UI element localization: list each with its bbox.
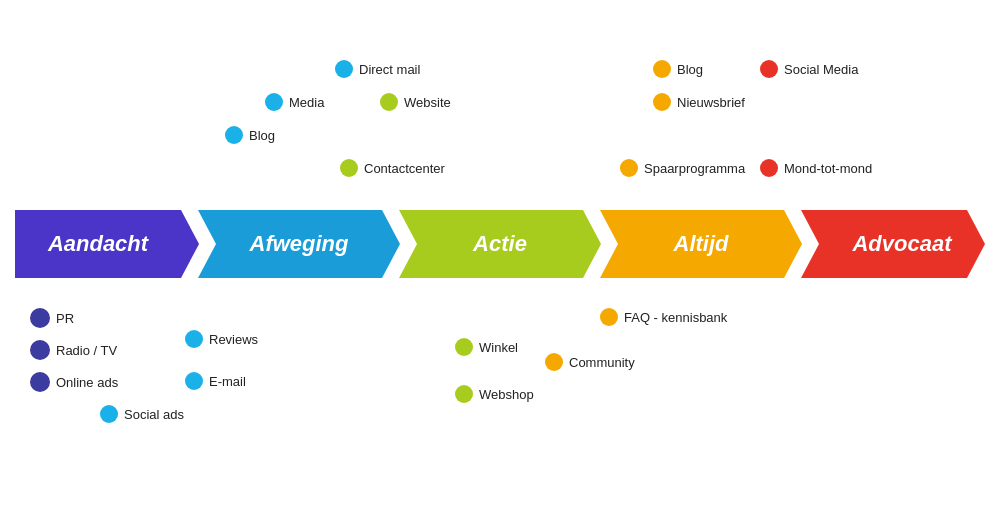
item-1: Radio / TV — [30, 340, 117, 360]
item-label: Spaarprogramma — [644, 161, 745, 176]
item-label: Online ads — [56, 375, 118, 390]
dot-icon — [30, 308, 50, 328]
item-8: FAQ - kennisbank — [600, 308, 727, 326]
item-6: Winkel — [455, 338, 518, 356]
item-6: Social Media — [760, 60, 858, 78]
dot-icon — [760, 60, 778, 78]
item-label: Website — [404, 95, 451, 110]
item-label: Media — [289, 95, 324, 110]
arrow-label-afweging: Afweging — [250, 231, 349, 257]
item-label: E-mail — [209, 374, 246, 389]
item-7: Webshop — [455, 385, 534, 403]
item-label: PR — [56, 311, 74, 326]
dot-icon — [455, 338, 473, 356]
item-label: Blog — [677, 62, 703, 77]
arrow-label-actie: Actie — [473, 231, 527, 257]
item-3: Social ads — [100, 405, 184, 423]
arrow-actie: Actie — [399, 210, 601, 278]
item-2: Online ads — [30, 372, 118, 392]
dot-icon — [653, 93, 671, 111]
arrow-advocaat: Advocaat — [801, 210, 985, 278]
dot-icon — [653, 60, 671, 78]
item-7: Nieuwsbrief — [653, 93, 745, 111]
item-1: Media — [265, 93, 324, 111]
item-label: Webshop — [479, 387, 534, 402]
dot-icon — [620, 159, 638, 177]
item-8: Spaarprogramma — [620, 159, 745, 177]
item-label: Social Media — [784, 62, 858, 77]
dot-icon — [545, 353, 563, 371]
arrow-label-advocaat: Advocaat — [852, 231, 951, 257]
item-label: Blog — [249, 128, 275, 143]
arrow-aandacht: Aandacht — [15, 210, 199, 278]
arrow-row: Aandacht Afweging Actie Altijd Advocaat — [15, 210, 985, 278]
dot-icon — [760, 159, 778, 177]
dot-icon — [30, 372, 50, 392]
dot-icon — [225, 126, 243, 144]
dot-icon — [100, 405, 118, 423]
dot-icon — [335, 60, 353, 78]
dot-icon — [340, 159, 358, 177]
item-9: Community — [545, 353, 635, 371]
item-4: Contactcenter — [340, 159, 445, 177]
item-label: FAQ - kennisbank — [624, 310, 727, 325]
dot-icon — [185, 330, 203, 348]
item-label: Contactcenter — [364, 161, 445, 176]
item-9: Mond-tot-mond — [760, 159, 872, 177]
item-5: Blog — [653, 60, 703, 78]
item-label: Community — [569, 355, 635, 370]
item-label: Mond-tot-mond — [784, 161, 872, 176]
item-label: Social ads — [124, 407, 184, 422]
item-label: Direct mail — [359, 62, 420, 77]
item-0: Direct mail — [335, 60, 420, 78]
arrow-afweging: Afweging — [198, 210, 400, 278]
item-0: PR — [30, 308, 74, 328]
item-2: Website — [380, 93, 451, 111]
item-label: Winkel — [479, 340, 518, 355]
item-label: Nieuwsbrief — [677, 95, 745, 110]
item-5: E-mail — [185, 372, 246, 390]
item-label: Radio / TV — [56, 343, 117, 358]
dot-icon — [185, 372, 203, 390]
arrow-label-altijd: Altijd — [674, 231, 729, 257]
item-4: Reviews — [185, 330, 258, 348]
dot-icon — [30, 340, 50, 360]
item-label: Reviews — [209, 332, 258, 347]
dot-icon — [600, 308, 618, 326]
dot-icon — [265, 93, 283, 111]
item-3: Blog — [225, 126, 275, 144]
arrow-altijd: Altijd — [600, 210, 802, 278]
dot-icon — [455, 385, 473, 403]
arrow-label-aandacht: Aandacht — [48, 231, 148, 257]
dot-icon — [380, 93, 398, 111]
diagram-container: Aandacht Afweging Actie Altijd Advocaat … — [0, 0, 999, 517]
